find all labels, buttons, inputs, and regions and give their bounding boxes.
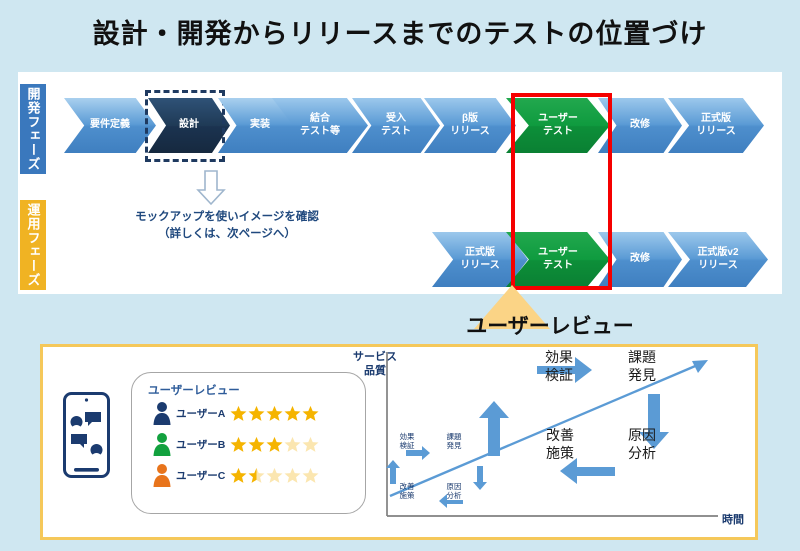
user-test-highlight-box	[511, 93, 612, 290]
rating-stars-user-b	[230, 436, 319, 453]
person-icon	[153, 402, 171, 425]
cycle-small-cause-analysis: 原因 分析	[446, 482, 462, 501]
cycle-large-issue-discovery: 課題 発見	[628, 349, 656, 383]
down-arrow-icon	[196, 170, 226, 206]
star-icon	[302, 436, 319, 452]
review-row-user-c: ユーザーC	[152, 462, 319, 488]
design-highlight-dashed-box	[145, 90, 225, 162]
rating-stars-user-c	[230, 467, 319, 484]
review-card-title: ユーザーレビュー	[148, 385, 240, 397]
star-icon	[266, 436, 283, 452]
star-icon	[284, 436, 301, 452]
smartphone-chat-icon	[63, 392, 110, 478]
rating-stars-user-a	[230, 405, 319, 422]
star-icon	[284, 405, 301, 421]
mockup-note-line1: モックアップを使いイメージを確認	[135, 211, 319, 223]
mockup-note: モックアップを使いイメージを確認 （詳しくは、次ページへ）	[82, 209, 372, 244]
star-half-icon	[248, 467, 265, 483]
phase-label-operation: 運用フェーズ	[20, 200, 46, 290]
review-user-name: ユーザーB	[176, 438, 226, 451]
person-icon	[153, 464, 171, 487]
review-row-user-b: ユーザーB	[152, 431, 319, 457]
star-icon	[248, 405, 265, 421]
cycle-large-cause-analysis: 原因 分析	[628, 427, 656, 461]
mockup-note-line2: （詳しくは、次ページへ）	[158, 228, 296, 241]
cycle-small-effect-verification: 効果 検証	[399, 432, 415, 451]
person-icon	[153, 433, 171, 456]
star-icon	[230, 436, 247, 452]
review-row-user-a: ユーザーA	[152, 400, 319, 426]
star-icon	[266, 467, 283, 483]
page-title: 設計・開発からリリースまでのテストの位置づけ	[92, 19, 708, 49]
review-user-name: ユーザーA	[176, 407, 226, 420]
phase-label-development: 開発フェーズ	[20, 84, 46, 174]
star-icon	[266, 405, 283, 421]
review-user-name: ユーザーC	[176, 469, 226, 482]
star-icon	[248, 436, 265, 452]
star-icon	[302, 467, 319, 483]
cycle-large-effect-verification: 効果 検証	[545, 349, 573, 383]
cycle-large-improvement-measures: 改善 施策	[546, 427, 574, 461]
star-icon	[230, 467, 247, 483]
section-heading-user-review: ユーザーレビュー	[466, 315, 634, 338]
star-icon	[284, 467, 301, 483]
star-icon	[230, 405, 247, 421]
cycle-small-improvement-measures: 改善 施策	[399, 482, 415, 501]
star-icon	[302, 405, 319, 421]
cycle-small-issue-discovery: 課題 発見	[446, 432, 462, 451]
